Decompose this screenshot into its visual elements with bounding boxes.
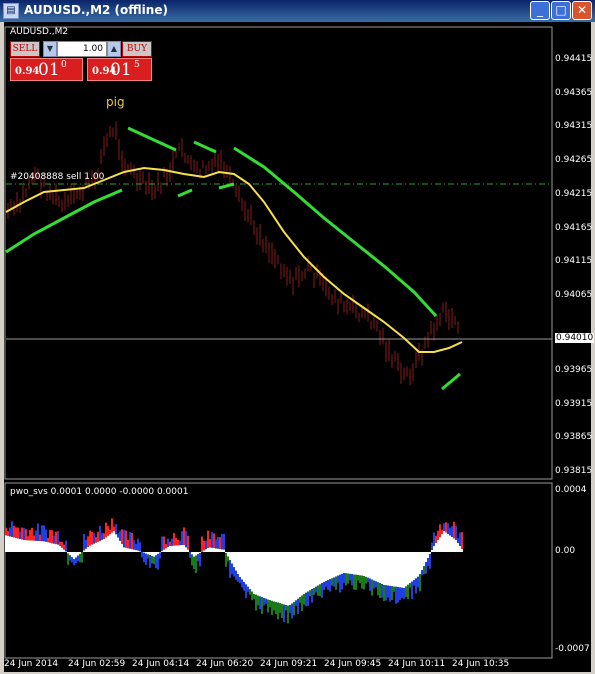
time-axis-label: 24 Jun 09:45 xyxy=(324,659,382,669)
main-pane-frame xyxy=(4,26,553,480)
green-ma-segment xyxy=(177,188,193,198)
time-axis-label: 24 Jun 2014 xyxy=(4,659,59,669)
close-button[interactable]: ✕ xyxy=(572,1,592,20)
one-click-trading-panel: SELL ▼ 1.00 ▲ BUY 0.94 01 0 0.94 01 5 xyxy=(10,41,152,81)
minimize-icon: _ xyxy=(537,3,543,17)
sell-quote-sup: 0 xyxy=(61,60,67,70)
maximize-icon: □ xyxy=(555,3,567,17)
price-axis-label: 0.94215 xyxy=(555,188,593,199)
chevron-up-icon: ▲ xyxy=(110,44,118,53)
buy-quote-sup: 5 xyxy=(134,60,140,70)
oscillator-label: pwo_svs 0.0001 0.0000 -0.0000 0.0001 xyxy=(10,487,189,497)
chevron-down-icon: ▼ xyxy=(46,44,54,53)
buy-quote-big: 01 xyxy=(110,60,132,80)
current-price-label: 0.94010 xyxy=(555,333,595,343)
chart-canvas[interactable] xyxy=(4,22,591,672)
sell-button[interactable]: SELL xyxy=(10,41,40,57)
green-ma-segment xyxy=(127,126,177,152)
chart-window: ▤ AUDUSD.,M2 (offline) _ □ ✕ AUDUSD.,M2 … xyxy=(0,0,595,674)
close-icon: ✕ xyxy=(576,3,588,17)
price-axis-label: 0.94115 xyxy=(555,256,593,267)
symbol-label: AUDUSD.,M2 xyxy=(10,27,69,37)
chart-window-icon[interactable]: ▤ xyxy=(3,3,19,19)
time-axis-label: 24 Jun 09:21 xyxy=(260,659,318,669)
price-axis-label: 0.93915 xyxy=(555,398,593,409)
oscillator-axis-label: 0.0004 xyxy=(555,485,587,495)
lot-increase-button[interactable]: ▲ xyxy=(107,41,121,57)
green-ma-segment xyxy=(193,140,217,154)
oscillator-histogram xyxy=(5,518,463,624)
green-ma-segment xyxy=(218,182,235,190)
time-axis-label: 24 Jun 02:59 xyxy=(68,659,126,669)
lot-size-input[interactable]: 1.00 xyxy=(57,41,107,57)
buy-button[interactable]: BUY xyxy=(122,41,152,57)
green-ma-segment xyxy=(441,372,461,391)
time-axis-label: 24 Jun 06:20 xyxy=(196,659,254,669)
price-candles xyxy=(7,121,459,386)
price-axis-label: 0.93865 xyxy=(555,432,593,443)
sell-quote-big: 01 xyxy=(38,60,60,80)
buy-quote[interactable]: 0.94 01 5 xyxy=(87,58,152,81)
price-axis-label: 0.93965 xyxy=(555,365,593,375)
price-axis-label: 0.94415 xyxy=(555,54,593,64)
title-bar[interactable]: ▤ AUDUSD.,M2 (offline) _ □ ✕ xyxy=(0,0,595,22)
price-axis-label: 0.93815 xyxy=(555,466,593,477)
oscillator-axis-label: 0.00 xyxy=(555,546,576,556)
time-axis-label: 24 Jun 10:11 xyxy=(388,659,446,669)
price-axis-label: 0.94265 xyxy=(555,155,593,166)
time-axis-label: 24 Jun 10:35 xyxy=(452,659,510,669)
time-axis-label: 24 Jun 04:14 xyxy=(132,659,190,669)
window-title: AUDUSD.,M2 (offline) xyxy=(24,3,168,17)
minimize-button[interactable]: _ xyxy=(530,1,550,20)
maximize-button[interactable]: □ xyxy=(551,1,571,20)
price-chart[interactable]: AUDUSD.,M2 SELL ▼ 1.00 ▲ BUY 0.94 01 0 0… xyxy=(4,22,595,672)
chart-annotation-text[interactable]: pig xyxy=(106,95,125,109)
sell-quote[interactable]: 0.94 01 0 xyxy=(10,58,83,81)
price-axis-label: 0.94065 xyxy=(555,289,593,300)
price-axis-label: 0.94165 xyxy=(555,222,593,233)
order-line-label: #20408888 sell 1.00 xyxy=(10,172,105,182)
price-axis-label: 0.94365 xyxy=(555,87,593,98)
oscillator-axis-label: -0.0007 xyxy=(555,644,590,654)
lot-decrease-button[interactable]: ▼ xyxy=(43,41,57,57)
sell-quote-prefix: 0.94 xyxy=(15,66,40,77)
price-axis-label: 0.94315 xyxy=(555,121,593,132)
